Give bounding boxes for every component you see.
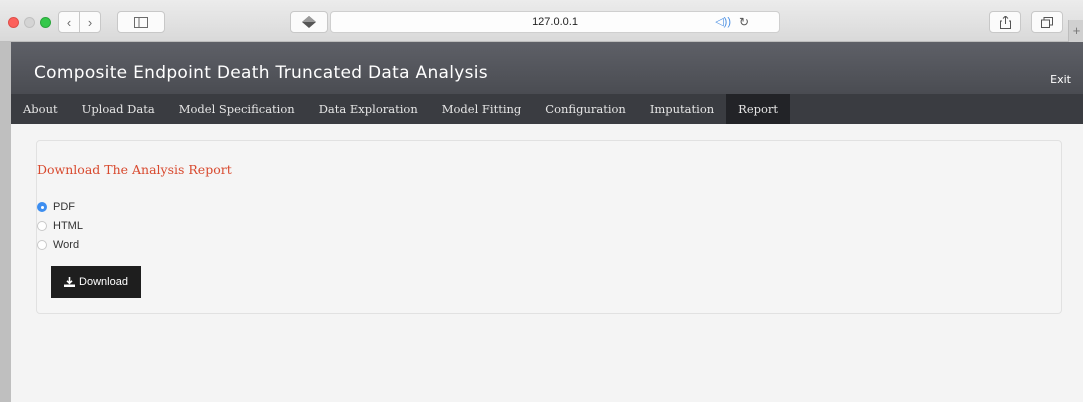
forward-button[interactable]: › (79, 11, 101, 33)
share-button[interactable] (989, 11, 1021, 33)
tab-report[interactable]: Report (726, 94, 791, 124)
share-icon (999, 15, 1011, 29)
chevron-left-icon: ‹ (66, 14, 72, 30)
radio-button[interactable] (37, 240, 47, 250)
main-nav: About Upload Data Model Specification Da… (11, 94, 1083, 124)
tab-model-specification[interactable]: Model Specification (167, 94, 307, 124)
tab-configuration[interactable]: Configuration (533, 94, 638, 124)
plus-icon: + (1072, 23, 1081, 38)
address-bar[interactable]: 127.0.0.1 ◁)) ↻ (330, 11, 780, 33)
radio-option-word[interactable]: Word (37, 237, 79, 253)
tab-upload-data[interactable]: Upload Data (70, 94, 167, 124)
sidebar-toggle-button[interactable] (117, 11, 165, 33)
app-title: Composite Endpoint Death Truncated Data … (34, 63, 488, 83)
audio-icon[interactable]: ◁)) (715, 15, 731, 28)
zoom-window-button[interactable] (40, 17, 51, 28)
download-button[interactable]: Download (51, 266, 141, 298)
sidebar-icon (134, 16, 148, 28)
new-tab-button[interactable]: + (1068, 20, 1083, 42)
shield-icon (302, 16, 316, 28)
chevron-right-icon: › (87, 14, 93, 30)
tab-model-fitting[interactable]: Model Fitting (430, 94, 534, 124)
window-left-edge (0, 42, 11, 402)
app-header: Composite Endpoint Death Truncated Data … (11, 42, 1083, 94)
radio-label: Word (53, 239, 80, 251)
tab-about[interactable]: About (11, 94, 70, 124)
radio-button[interactable] (37, 202, 47, 212)
tab-data-exploration[interactable]: Data Exploration (307, 94, 430, 124)
exit-link[interactable]: Exit (1050, 73, 1071, 86)
radio-option-html[interactable]: HTML (37, 218, 83, 234)
browser-toolbar: ‹ › 127.0.0.1 ◁)) ↻ + (0, 0, 1083, 42)
url-text: 127.0.0.1 (532, 16, 578, 28)
download-label: Download (79, 276, 128, 288)
download-icon (64, 277, 76, 287)
extension-button[interactable] (290, 11, 328, 33)
minimize-window-button[interactable] (24, 17, 35, 28)
tabs-icon (1041, 16, 1053, 28)
close-window-button[interactable] (8, 17, 19, 28)
radio-label: PDF (53, 201, 75, 213)
reload-icon[interactable]: ↻ (739, 15, 749, 29)
tab-imputation[interactable]: Imputation (638, 94, 726, 124)
radio-button[interactable] (37, 221, 47, 231)
back-button[interactable]: ‹ (58, 11, 80, 33)
show-tabs-button[interactable] (1031, 11, 1063, 33)
radio-label: HTML (53, 220, 83, 232)
radio-option-pdf[interactable]: PDF (37, 199, 75, 215)
panel-title: Download The Analysis Report (37, 162, 232, 177)
